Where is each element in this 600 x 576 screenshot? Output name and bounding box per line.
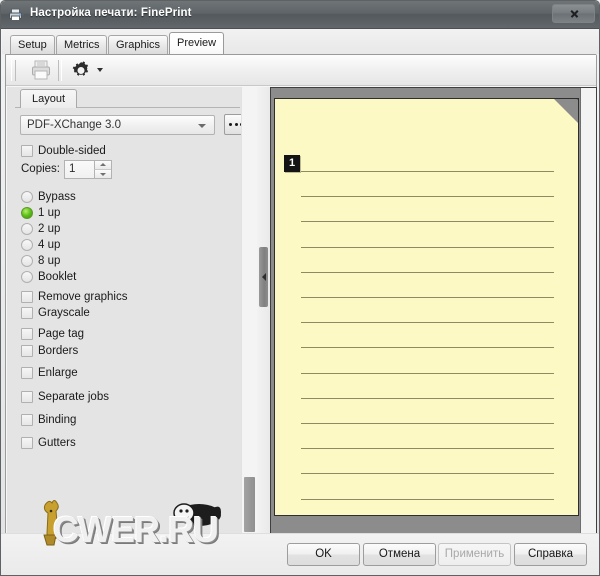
radio-label: 8 up <box>38 254 60 269</box>
toolbar-separator <box>58 60 62 81</box>
title-bar: Настройка печати: FinePrint <box>1 1 600 29</box>
preview-rule-line <box>301 473 554 474</box>
cancel-button[interactable]: Отмена <box>363 543 436 566</box>
window-frame: Настройка печати: FinePrint Setup Metrics… <box>0 0 600 576</box>
preview-rule-line <box>301 272 554 273</box>
checkbox-label: Grayscale <box>38 306 90 321</box>
checkbox-label: Borders <box>38 344 78 359</box>
tab-preview[interactable]: Preview <box>169 32 224 54</box>
panel-tab-layout[interactable]: Layout <box>20 89 77 108</box>
preview-rule-line <box>301 347 554 348</box>
tab-label: Setup <box>18 39 47 51</box>
preview-rule-line <box>301 398 554 399</box>
checkbox-box <box>21 291 33 303</box>
print-preview-area[interactable]: 1 <box>270 87 597 535</box>
window-title: Настройка печати: FinePrint <box>30 7 192 19</box>
main-tab-strip: Setup Metrics Graphics Preview <box>2 29 600 54</box>
tab-label: Preview <box>177 37 216 49</box>
checkbox-box <box>21 328 33 340</box>
radio-label: Booklet <box>38 270 76 285</box>
dialog-button-bar: OKОтменаПрименитьСправка <box>1 533 600 575</box>
radio-label: 1 up <box>38 206 60 221</box>
checkbox-box <box>21 391 33 403</box>
gear-icon[interactable] <box>68 58 94 83</box>
preview-page[interactable]: 1 <box>274 98 579 516</box>
radio-label: 2 up <box>38 222 60 237</box>
apply-button: Применить <box>438 543 511 566</box>
radio-label: 4 up <box>38 238 60 253</box>
radio-indicator <box>21 239 33 251</box>
radio-indicator <box>21 191 33 203</box>
printer-select[interactable]: PDF-XChange 3.0 <box>20 115 215 135</box>
preview-rule-line <box>301 196 554 197</box>
splitter-collapse-handle[interactable] <box>259 247 268 307</box>
ok-button[interactable]: OK <box>287 543 360 566</box>
printer-select-value: PDF-XChange 3.0 <box>27 119 121 131</box>
checkbox-label: Binding <box>38 413 76 428</box>
layout-options-panel: Layout PDF-XChange 3.0 Double-sided Copi… <box>7 87 257 535</box>
checkbox-label: Remove graphics <box>38 290 127 305</box>
checkbox-box <box>21 345 33 357</box>
radio-label: Bypass <box>38 190 76 205</box>
checkbox-label: Gutters <box>38 436 76 451</box>
preview-rule-line <box>301 297 554 298</box>
toolbar <box>6 55 596 86</box>
printer-icon <box>8 7 24 23</box>
preview-rule-line <box>301 171 554 172</box>
radio-indicator <box>21 207 33 219</box>
radio-indicator <box>21 255 33 267</box>
radio-indicator <box>21 223 33 235</box>
preview-rule-line <box>301 499 554 500</box>
checkbox-box <box>21 145 33 157</box>
panel-splitter[interactable] <box>257 87 270 535</box>
checkbox-label: Separate jobs <box>38 390 109 405</box>
tab-metrics[interactable]: Metrics <box>56 35 107 54</box>
preview-rule-line <box>301 448 554 449</box>
tab-graphics[interactable]: Graphics <box>108 35 168 54</box>
toolbar-grip[interactable] <box>11 60 16 81</box>
checkbox-box <box>21 367 33 379</box>
tab-label: Metrics <box>64 39 99 51</box>
checkbox-box <box>21 437 33 449</box>
preview-rule-line <box>301 322 554 323</box>
preview-scrollbar[interactable] <box>580 88 596 534</box>
checkbox-label: Enlarge <box>38 366 78 381</box>
gear-dropdown-caret-icon[interactable] <box>97 68 103 72</box>
close-button[interactable] <box>552 4 595 23</box>
preview-rule-line <box>301 221 554 222</box>
print-settings-dialog: Настройка печати: FinePrint Setup Metrics… <box>0 0 600 576</box>
checkbox-box <box>21 307 33 319</box>
checkbox-label: Page tag <box>38 327 84 342</box>
chevron-down-icon <box>198 124 206 128</box>
panel-scrollbar-thumb[interactable] <box>244 477 255 532</box>
help-button[interactable]: Справка <box>514 543 587 566</box>
page-fold-corner-icon <box>553 98 579 124</box>
print-button[interactable] <box>28 58 54 83</box>
page-number-badge: 1 <box>284 155 300 172</box>
tab-setup[interactable]: Setup <box>10 35 55 54</box>
copies-decrement-button[interactable] <box>94 170 111 179</box>
copies-spin-buttons <box>94 161 111 178</box>
tab-label: Graphics <box>116 39 160 51</box>
panel-scrollbar[interactable] <box>241 87 257 535</box>
copies-label: Copies: <box>21 163 60 175</box>
preview-rule-line <box>301 423 554 424</box>
copies-increment-button[interactable] <box>94 161 111 170</box>
copies-stepper[interactable]: 1 <box>64 160 112 179</box>
dialog-client-area: Layout PDF-XChange 3.0 Double-sided Copi… <box>5 54 597 536</box>
preview-rule-line <box>301 247 554 248</box>
radio-indicator <box>21 271 33 283</box>
copies-value: 1 <box>69 163 75 175</box>
checkbox-label: Double-sided <box>38 144 106 159</box>
preview-rule-line <box>301 373 554 374</box>
checkbox-box <box>21 414 33 426</box>
